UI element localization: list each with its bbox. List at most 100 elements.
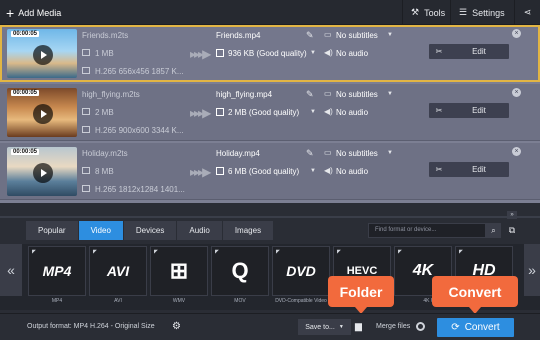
corner-mark-icon: ◤ xyxy=(215,249,219,255)
device-detect-icon[interactable]: ⧉ xyxy=(505,223,519,238)
subtitles-select[interactable]: No subtitles xyxy=(336,149,378,158)
file-row[interactable]: 00:00:05 high_flying.m2ts 2 MB H.265 900… xyxy=(0,84,540,141)
tab-images[interactable]: Images xyxy=(222,221,275,240)
scissors-icon: ✂ xyxy=(435,106,443,115)
output-size[interactable]: 2 MB (Good quality) xyxy=(228,108,299,117)
plus-icon: + xyxy=(6,4,15,21)
video-thumbnail[interactable]: 00:00:05 xyxy=(7,147,77,196)
share-icon: ⋖ xyxy=(523,7,532,17)
subtitles-select[interactable]: No subtitles xyxy=(336,90,378,99)
avi-logo: AVI xyxy=(106,263,130,279)
output-file-name: Friends.mp4 xyxy=(216,31,261,40)
output-file-name: high_flying.mp4 xyxy=(216,90,273,99)
thumbnail-duration: 00:00:05 xyxy=(11,149,40,155)
corner-mark-icon: ◤ xyxy=(32,249,36,255)
subtitles-select[interactable]: No subtitles xyxy=(336,31,378,40)
file-size-icon xyxy=(82,108,90,115)
quicktime-logo-icon: Q xyxy=(231,258,249,283)
file-row[interactable]: 00:00:05 Holiday.m2ts 8 MB H.265 1812x12… xyxy=(0,143,540,200)
tab-devices[interactable]: Devices xyxy=(123,221,178,240)
edit-label: Edit xyxy=(472,106,486,115)
tools-button[interactable]: ⚒ Tools xyxy=(402,0,450,25)
edit-button[interactable]: ✂ Edit xyxy=(429,162,509,177)
tab-audio[interactable]: Audio xyxy=(177,221,223,240)
share-button[interactable]: ⋖ xyxy=(514,0,540,25)
save-to-button[interactable]: Save to... ▼ xyxy=(298,319,351,335)
panel-divider xyxy=(0,216,540,218)
audio-select[interactable]: No audio xyxy=(336,49,368,58)
format-search-input[interactable]: Find format or device... xyxy=(368,223,486,238)
edit-label: Edit xyxy=(472,165,486,174)
corner-mark-icon: ◤ xyxy=(398,249,402,255)
speaker-icon: ◀) xyxy=(324,166,333,175)
chevron-down-icon[interactable]: ▼ xyxy=(310,50,316,56)
video-thumbnail[interactable]: 00:00:05 xyxy=(7,88,77,137)
output-file-name: Holiday.mp4 xyxy=(216,149,260,158)
edit-button[interactable]: ✂ Edit xyxy=(429,44,509,59)
chevron-down-icon[interactable]: ▼ xyxy=(310,109,316,115)
file-list: 00:00:05 Friends.m2ts 1 MB H.265 656x456… xyxy=(0,25,540,203)
subtitles-icon: ▭ xyxy=(324,30,332,39)
preset-label: DVD-Compatible Video xyxy=(275,298,327,304)
gear-icon[interactable]: ⚙ xyxy=(172,321,181,332)
settings-label: Settings xyxy=(472,7,505,18)
preset-mov[interactable]: ◤ Q xyxy=(211,246,269,296)
output-format-label: Output format: MP4 H.264 - Original Size xyxy=(27,323,155,330)
edit-button[interactable]: ✂ Edit xyxy=(429,103,509,118)
source-codec-info: H.265 1812x1284 1401... xyxy=(95,185,185,194)
scroll-right-icon[interactable]: » xyxy=(524,244,540,296)
file-row[interactable]: 00:00:05 Friends.m2ts 1 MB H.265 656x456… xyxy=(0,25,540,82)
source-file-size: 1 MB xyxy=(95,49,114,58)
preset-avi[interactable]: ◤ AVI xyxy=(89,246,147,296)
add-media-button[interactable]: + Add Media xyxy=(6,4,61,21)
tab-video[interactable]: Video xyxy=(78,221,124,240)
rename-pencil-icon[interactable]: ✎ xyxy=(306,148,314,159)
chevron-down-icon[interactable]: ▼ xyxy=(387,91,393,97)
merge-files-toggle[interactable] xyxy=(416,322,425,331)
audio-select[interactable]: No audio xyxy=(336,108,368,117)
output-size[interactable]: 6 MB (Good quality) xyxy=(228,167,299,176)
chevron-down-icon: ▼ xyxy=(338,324,344,330)
chevron-down-icon[interactable]: ▼ xyxy=(387,150,393,156)
source-file-name: Friends.m2ts xyxy=(82,31,129,40)
convert-label: Convert xyxy=(464,322,500,333)
audio-select[interactable]: No audio xyxy=(336,167,368,176)
close-icon[interactable]: × xyxy=(512,88,521,97)
corner-mark-icon: ◤ xyxy=(276,249,280,255)
corner-mark-icon: ◤ xyxy=(459,249,463,255)
chevron-down-icon[interactable]: ▼ xyxy=(387,32,393,38)
app-window: + Add Media ⚒ Tools ☰ Settings ⋖ 00:00:0… xyxy=(0,0,540,340)
add-media-label: Add Media xyxy=(18,7,62,18)
file-size-icon xyxy=(82,49,90,56)
preset-dvd[interactable]: ◤ DVD xyxy=(272,246,330,296)
scissors-icon: ✂ xyxy=(435,165,443,174)
convert-arrow-icon: ▸▸▸▶ xyxy=(190,47,211,61)
tab-popular[interactable]: Popular xyxy=(26,221,79,240)
convert-button[interactable]: ⟳ Convert xyxy=(437,318,514,337)
source-file-size: 8 MB xyxy=(95,167,114,176)
video-thumbnail[interactable]: 00:00:05 xyxy=(7,29,77,78)
mp4-logo: MP4 xyxy=(42,263,72,279)
output-size-icon xyxy=(216,108,224,116)
play-icon[interactable] xyxy=(33,45,53,65)
play-icon[interactable] xyxy=(33,104,53,124)
thumbnail-duration: 00:00:05 xyxy=(11,31,40,37)
preset-wmv[interactable]: ◤ ⊞ xyxy=(150,246,208,296)
close-icon[interactable]: × xyxy=(512,147,521,156)
folder-icon[interactable]: ▆ xyxy=(355,321,362,332)
edit-label: Edit xyxy=(472,47,486,56)
rename-pencil-icon[interactable]: ✎ xyxy=(306,30,314,41)
close-icon[interactable]: × xyxy=(512,29,521,38)
scroll-left-icon[interactable]: « xyxy=(0,244,22,296)
settings-button[interactable]: ☰ Settings xyxy=(450,0,514,25)
preset-mp4[interactable]: ◤ MP4 xyxy=(28,246,86,296)
corner-mark-icon: ◤ xyxy=(93,249,97,255)
subtitles-icon: ▭ xyxy=(324,148,332,157)
play-icon[interactable] xyxy=(33,163,53,183)
rename-pencil-icon[interactable]: ✎ xyxy=(306,89,314,100)
source-codec-info: H.265 656x456 1857 K... xyxy=(95,67,184,76)
output-size[interactable]: 936 KB (Good quality) xyxy=(228,49,307,58)
search-icon[interactable]: ⌕ xyxy=(486,223,501,238)
scissors-icon: ✂ xyxy=(435,47,443,56)
chevron-down-icon[interactable]: ▼ xyxy=(310,168,316,174)
